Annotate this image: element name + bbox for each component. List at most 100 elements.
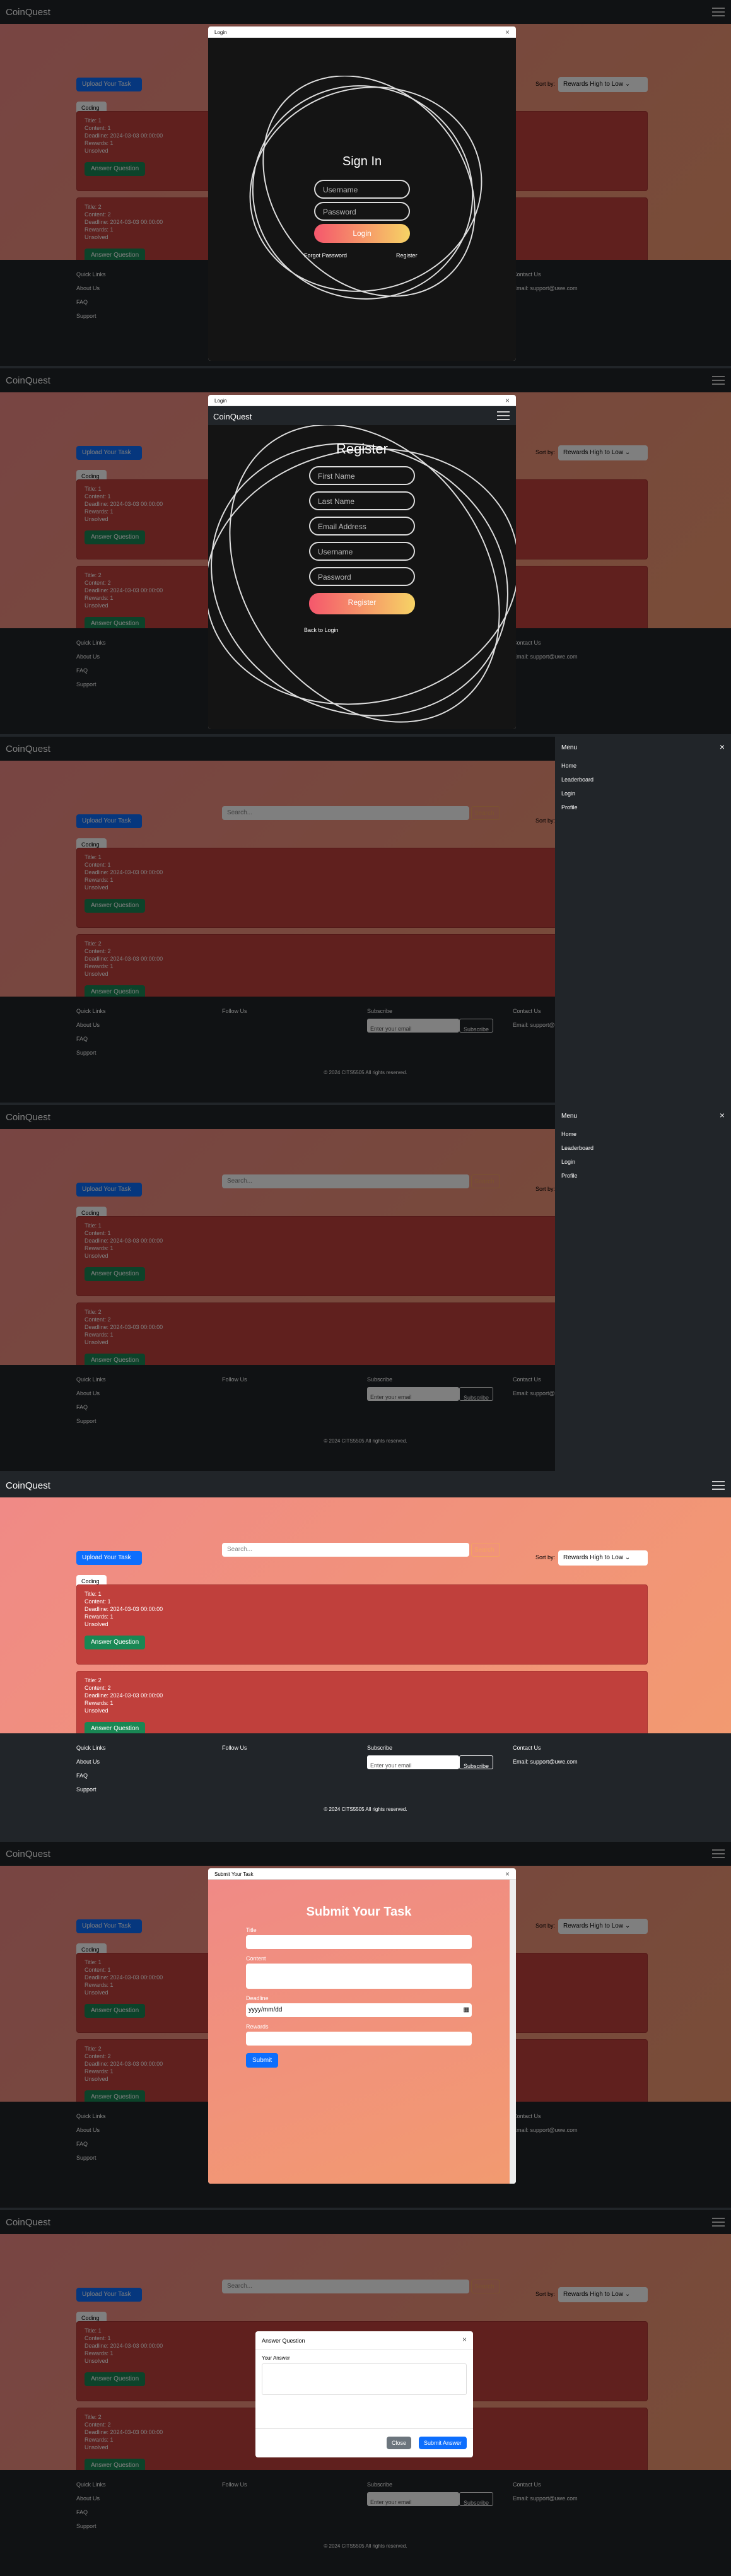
sort-select[interactable]: Rewards High to Low ⌄ bbox=[558, 1550, 648, 1566]
content-label: Content bbox=[246, 1955, 266, 1962]
menu-item-login[interactable]: Login bbox=[561, 1155, 725, 1169]
sort-label: Sort by: bbox=[535, 1554, 556, 1560]
answer-form: Your Answer bbox=[255, 2350, 473, 2400]
login-modal: Login × Sign In Username Password Login F… bbox=[208, 26, 516, 361]
submit-task-form: Submit Your Task Title Content Deadline … bbox=[208, 1880, 510, 2184]
copyright: © 2024 CITS5505 All rights reserved. bbox=[324, 1806, 407, 1812]
deadline-input[interactable]: yyyy/mm/dd ▦ bbox=[246, 2003, 472, 2017]
login-form: Sign In Username Password Login Forgot P… bbox=[208, 38, 516, 361]
close-icon[interactable]: × bbox=[505, 1870, 510, 1878]
register-form: CoinQuest Register First Name Last Name … bbox=[208, 406, 516, 729]
frame-login: CoinQuest Search... Search Upload Your T… bbox=[0, 0, 731, 366]
task-rewards: Rewards: 1 bbox=[85, 1613, 114, 1620]
about-link[interactable]: About Us bbox=[76, 1755, 106, 1769]
register-button[interactable]: Register bbox=[309, 593, 415, 614]
menu-item-home[interactable]: Home bbox=[561, 1127, 725, 1141]
task-content: Content: 1 bbox=[85, 1598, 111, 1605]
modal-title: Answer Question bbox=[262, 2338, 305, 2344]
task-deadline: Deadline: 2024-03-03 00:00:00 bbox=[85, 1692, 163, 1699]
task-title: Title: 1 bbox=[85, 1591, 102, 1597]
submit-task-modal: Submit Your Task × Submit Your Task Title… bbox=[208, 1868, 516, 2184]
close-icon[interactable]: × bbox=[720, 1110, 725, 1120]
footer: Quick Links About Us FAQ Support Follow … bbox=[0, 1733, 731, 1839]
frame-answer: CoinQuest Search... Search Upload Your T… bbox=[0, 2210, 731, 2576]
back-to-login-link[interactable]: Back to Login bbox=[304, 627, 339, 633]
submit-answer-button[interactable]: Submit Answer bbox=[418, 2437, 467, 2449]
password-input[interactable]: Password bbox=[309, 567, 415, 586]
signin-title: Sign In bbox=[342, 155, 382, 168]
task-deadline: Deadline: 2024-03-03 00:00:00 bbox=[85, 1606, 163, 1612]
search-input[interactable]: Search... bbox=[222, 1543, 469, 1557]
username-input[interactable]: Username bbox=[309, 542, 415, 561]
frame-menu: CoinQuest Search... Search Upload Your T… bbox=[0, 737, 731, 1103]
register-link[interactable]: Register bbox=[396, 252, 418, 259]
deadline-label: Deadline bbox=[246, 1995, 269, 2001]
email-input[interactable]: Email Address bbox=[309, 517, 415, 536]
task-title: Title: 2 bbox=[85, 1677, 102, 1683]
menu-item-login[interactable]: Login bbox=[561, 787, 725, 800]
menu-item-leaderboard[interactable]: Leaderboard bbox=[561, 1141, 725, 1155]
upload-task-button[interactable]: Upload Your Task bbox=[76, 1551, 142, 1565]
calendar-icon[interactable]: ▦ bbox=[464, 2006, 469, 2013]
main-content: Search... Search Upload Your Task Coding… bbox=[0, 1497, 731, 1757]
modal-title: Login bbox=[214, 30, 227, 35]
faq-link[interactable]: FAQ bbox=[76, 1769, 106, 1783]
menu-item-profile[interactable]: Profile bbox=[561, 800, 725, 814]
form-title: Submit Your Task bbox=[306, 1905, 412, 1919]
close-icon[interactable]: × bbox=[505, 396, 510, 405]
modal-navbar: CoinQuest bbox=[208, 406, 516, 425]
close-icon[interactable]: × bbox=[462, 2335, 467, 2344]
menu-toggle-icon[interactable] bbox=[497, 411, 510, 420]
title-input[interactable] bbox=[246, 1935, 472, 1949]
first-name-input[interactable]: First Name bbox=[309, 466, 415, 485]
brand-logo[interactable]: CoinQuest bbox=[213, 412, 252, 421]
task-card: Title: 1 Content: 1 Deadline: 2024-03-03… bbox=[76, 1584, 648, 1665]
support-link[interactable]: Support bbox=[76, 1783, 106, 1796]
scrollbar[interactable] bbox=[510, 1880, 516, 2184]
task-rewards: Rewards: 1 bbox=[85, 1700, 114, 1706]
menu-title: Menu bbox=[561, 1113, 578, 1120]
content-textarea[interactable] bbox=[246, 1964, 472, 1989]
menu-toggle-icon[interactable] bbox=[712, 1481, 725, 1490]
subscribe-email-input[interactable]: Enter your email bbox=[367, 1755, 459, 1769]
modal-title: Submit Your Task bbox=[214, 1871, 254, 1877]
frame-register: CoinQuest Search... Search Upload Your T… bbox=[0, 368, 731, 734]
navbar: CoinQuest bbox=[0, 1473, 731, 1497]
footer-subscribe: Subscribe Enter your emailSubscribe bbox=[367, 1741, 494, 1769]
answer-textarea[interactable] bbox=[262, 2363, 467, 2395]
menu-item-profile[interactable]: Profile bbox=[561, 1169, 725, 1183]
modal-footer: Close Submit Answer bbox=[255, 2428, 473, 2457]
menu-item-leaderboard[interactable]: Leaderboard bbox=[561, 773, 725, 787]
close-icon[interactable]: × bbox=[505, 28, 510, 37]
answer-label: Your Answer bbox=[262, 2355, 290, 2361]
search-button[interactable]: Search bbox=[471, 1543, 500, 1557]
contact-email: Email: support@uwe.com bbox=[513, 1759, 578, 1765]
footer-quick-links: Quick Links About Us FAQ Support bbox=[76, 1741, 106, 1796]
close-icon[interactable]: × bbox=[720, 742, 725, 752]
frame-menu-2: CoinQuest Search... Search Upload Your T… bbox=[0, 1105, 731, 1471]
subscribe-button[interactable]: Subscribe bbox=[459, 1755, 494, 1769]
last-name-input[interactable]: Last Name bbox=[309, 491, 415, 510]
menu-item-home[interactable]: Home bbox=[561, 759, 725, 773]
register-modal: Login × CoinQuest Register First Name Las… bbox=[208, 395, 516, 729]
username-input[interactable]: Username bbox=[314, 180, 410, 199]
rewards-input[interactable] bbox=[246, 2032, 472, 2046]
forgot-password-link[interactable]: Forgot Password bbox=[304, 252, 347, 259]
deadline-value: yyyy/mm/dd bbox=[249, 2006, 283, 2013]
password-input[interactable]: Password bbox=[314, 202, 410, 221]
title-label: Title bbox=[246, 1927, 257, 1933]
modal-title: Login bbox=[214, 398, 227, 404]
subscribe-heading: Subscribe bbox=[367, 1745, 393, 1751]
login-button[interactable]: Login bbox=[314, 224, 410, 243]
follow-heading: Follow Us bbox=[222, 1745, 247, 1751]
footer-follow: Follow Us bbox=[222, 1741, 247, 1755]
submit-button[interactable]: Submit bbox=[246, 2053, 279, 2068]
quick-links-heading: Quick Links bbox=[76, 1745, 106, 1751]
close-button[interactable]: Close bbox=[386, 2437, 411, 2449]
brand-logo[interactable]: CoinQuest bbox=[6, 1480, 50, 1491]
modal-header: Login × bbox=[208, 395, 516, 406]
answer-modal: Answer Question × Your Answer Close Submi… bbox=[255, 2331, 473, 2457]
task-content: Content: 2 bbox=[85, 1685, 111, 1691]
rewards-label: Rewards bbox=[246, 2023, 269, 2030]
answer-question-button[interactable]: Answer Question bbox=[85, 1636, 146, 1649]
